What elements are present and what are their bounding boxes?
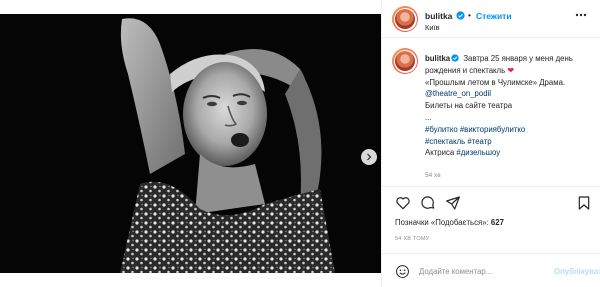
verified-badge-icon (456, 11, 465, 20)
likes-label: Позначки «Подобається»: (395, 218, 489, 227)
hashtag-link[interactable]: #викториябулитко (460, 125, 525, 134)
hashtag-link[interactable]: #булитко (425, 125, 458, 134)
post-timestamp: 54 ХВ ТОМУ (395, 236, 430, 242)
post-caption: bulitka Завтра 25 января у меня день рож… (425, 53, 597, 159)
smiley-icon[interactable] (395, 264, 410, 279)
comment-icon (421, 196, 435, 209)
post-side-panel: bulitka • Стежити Київ bulitka Завтра 25… (381, 0, 600, 287)
hashtag-link[interactable]: #дизельшоу (456, 148, 500, 157)
post-photo[interactable] (0, 14, 381, 273)
caption-text-3: Билеты на сайте театра (425, 101, 513, 111)
more-horizontal-icon[interactable] (575, 13, 587, 17)
caption-text-2: «Прошлым летом в Чулимске» Драма. (425, 77, 566, 87)
avatar[interactable] (392, 6, 418, 32)
likes-count[interactable]: Позначки «Подобається»: 627 (395, 218, 504, 227)
caption-ellipsis: ... (425, 112, 432, 122)
heart-icon (396, 197, 410, 210)
post-header: bulitka • Стежити Київ (382, 0, 600, 38)
share-button[interactable] (445, 195, 461, 211)
publish-button[interactable]: Опублікувати (554, 267, 600, 276)
save-button[interactable] (576, 195, 592, 211)
caption-avatar[interactable] (392, 48, 418, 74)
likes-number: 627 (490, 218, 504, 227)
comment-input[interactable] (419, 263, 549, 280)
next-photo-button[interactable] (361, 149, 377, 165)
comment-button[interactable] (420, 195, 436, 211)
mention-link[interactable]: @theatre_on_podil (425, 89, 491, 98)
follow-button[interactable]: Стежити (476, 11, 512, 21)
caption-time: 54 хв (425, 172, 441, 179)
actress-photo-image (0, 14, 381, 273)
actress-label: Актриса (425, 148, 455, 158)
caption-username[interactable]: bulitka (425, 54, 450, 63)
header-separator: • (468, 10, 471, 20)
paper-plane-icon (446, 196, 460, 210)
heart-emoji: ❤ (507, 65, 515, 75)
hashtag-link[interactable]: #спектакль (425, 137, 465, 146)
location-link[interactable]: Київ (425, 23, 440, 32)
comment-form: Опублікувати (382, 253, 600, 287)
instagram-post: bulitka • Стежити Київ bulitka Завтра 25… (0, 0, 600, 287)
chevron-right-icon (367, 153, 372, 161)
bookmark-icon (578, 196, 590, 210)
like-button[interactable] (395, 195, 411, 211)
header-username[interactable]: bulitka (425, 11, 452, 21)
verified-badge-icon (451, 54, 459, 62)
hashtag-link[interactable]: #театр (467, 137, 491, 146)
action-bar (382, 186, 600, 216)
